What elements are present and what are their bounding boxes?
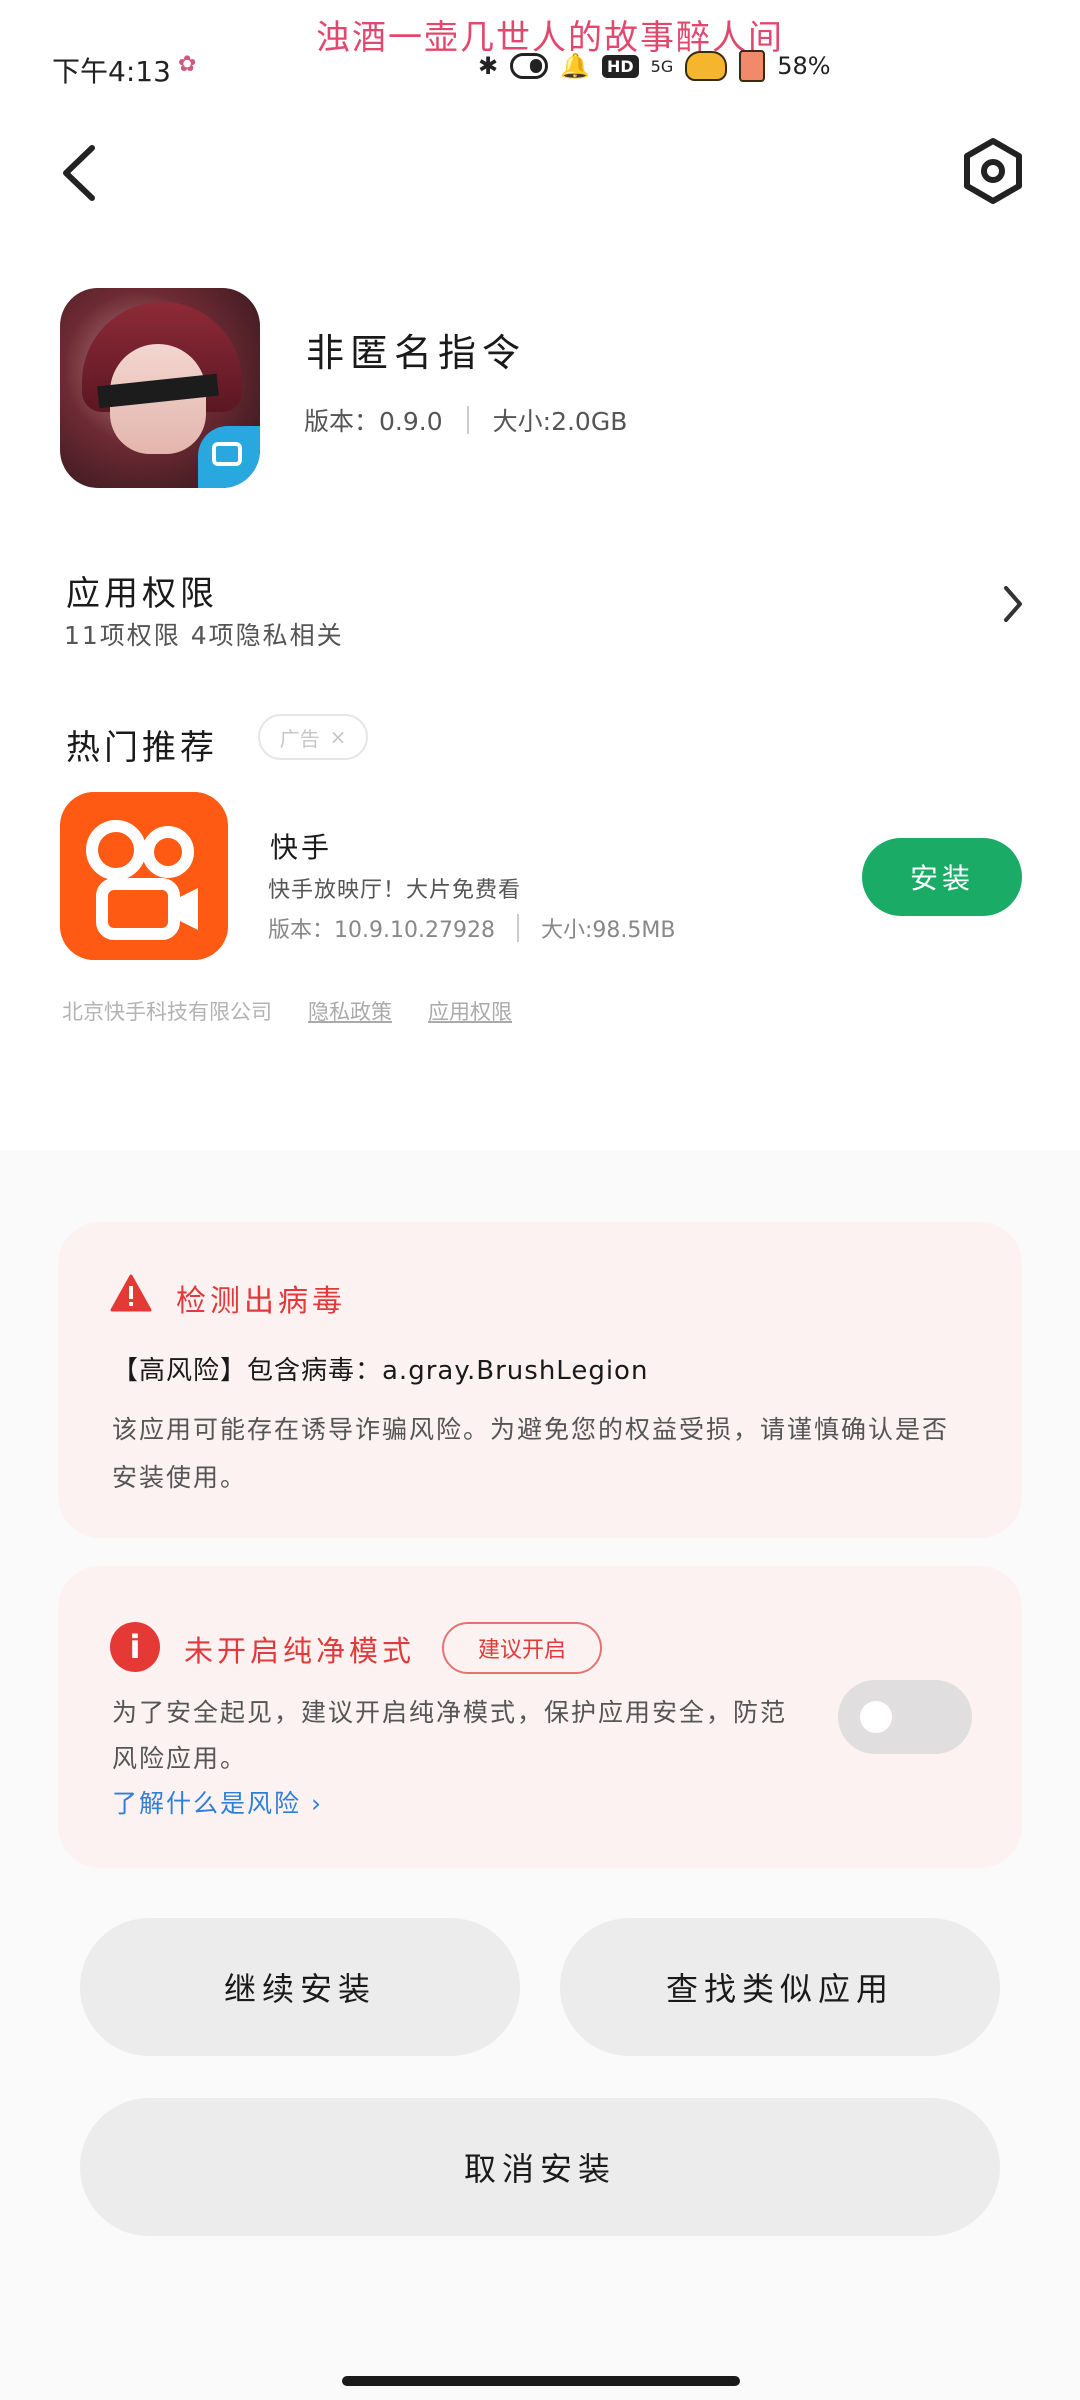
cancel-install-button[interactable]: 取消安装 [80, 2098, 1000, 2236]
settings-hexagon-icon[interactable] [958, 136, 1028, 206]
notification-icon: ✿ [178, 52, 197, 77]
developer-row: 北京快手科技有限公司 隐私政策 应用权限 [62, 996, 512, 1026]
version-label: 版本： [268, 918, 335, 943]
divider [516, 914, 519, 942]
continue-install-button[interactable]: 继续安装 [80, 1918, 520, 2056]
info-icon: i [110, 1622, 160, 1672]
red-envelope-icon [739, 50, 766, 82]
recommend-app-name[interactable]: 快手 [270, 826, 332, 866]
ingot-icon [685, 51, 728, 81]
toggle-knob [860, 1701, 892, 1733]
app-size: 2.0GB [551, 407, 628, 436]
chevron-right-icon: › [310, 1789, 323, 1818]
size-label: 大小: [492, 407, 552, 436]
permissions-summary[interactable]: 11项权限 4项隐私相关 [64, 616, 344, 652]
app-meta: 版本：0.9.0 大小:2.0GB [304, 402, 627, 438]
status-icons: ✱ 🔔 HD 5G 58% [478, 46, 831, 86]
developer-name: 北京快手科技有限公司 [62, 1000, 272, 1024]
alarm-bell-icon: 🔔 [560, 52, 590, 80]
kuaishou-icon[interactable] [60, 792, 228, 960]
pure-mode-description: 为了安全起见，建议开启纯净模式，保护应用安全，防范风险应用。 [112, 1698, 788, 1773]
bluetooth-icon: ✱ [478, 52, 499, 80]
virus-description: 该应用可能存在诱导诈骗风险。为避免您的权益受损，请谨慎确认是否安装使用。 [112, 1415, 950, 1492]
recommend-app-desc: 快手放映厅！大片免费看 [268, 878, 522, 903]
privacy-policy-link[interactable]: 隐私政策 [308, 996, 392, 1026]
hd-badge: HD [602, 54, 639, 78]
find-similar-button[interactable]: 查找类似应用 [560, 1918, 1000, 2056]
ad-tag[interactable]: 广告 × [258, 714, 368, 760]
install-button[interactable]: 安装 [862, 838, 1022, 916]
home-indicator[interactable] [342, 2376, 740, 2386]
virus-risk-line: 【高风险】包含病毒：a.gray.BrushLegion [112, 1356, 649, 1386]
ad-label: 广告 [279, 726, 320, 751]
suggest-enable-tag: 建议开启 [442, 1622, 602, 1674]
bilibili-badge-icon [198, 426, 260, 488]
chevron-right-icon[interactable] [1000, 582, 1026, 626]
learn-risk-link[interactable]: 了解什么是风险 › [112, 1784, 323, 1820]
toggle-status-icon [510, 53, 549, 79]
divider [466, 406, 469, 434]
recommend-version: 10.9.10.27928 [334, 918, 495, 943]
virus-title: 检测出病毒 [176, 1284, 346, 1319]
size-label: 大小: [540, 918, 593, 943]
app-version: 0.9.0 [379, 407, 443, 436]
battery-level: 58% [777, 52, 831, 80]
back-button[interactable] [52, 138, 108, 208]
close-icon[interactable]: × [330, 725, 347, 749]
app-permissions-link[interactable]: 应用权限 [428, 996, 512, 1026]
recommend-app-meta: 版本：10.9.10.27928 大小:98.5MB [268, 912, 675, 944]
pure-mode-toggle[interactable] [838, 1680, 972, 1754]
app-name: 非匿名指令 [306, 331, 527, 375]
network-label: 5G [650, 56, 674, 76]
pure-mode-title: 未开启纯净模式 [184, 1634, 416, 1668]
version-label: 版本： [304, 407, 380, 436]
app-icon [60, 288, 260, 488]
recommend-title: 热门推荐 [66, 728, 218, 768]
warning-triangle-icon [110, 1274, 152, 1312]
learn-risk-label: 了解什么是风险 [112, 1789, 302, 1818]
permissions-title[interactable]: 应用权限 [66, 566, 218, 615]
recommend-size: 98.5MB [592, 918, 676, 943]
status-time: 下午4:13 [52, 55, 171, 88]
